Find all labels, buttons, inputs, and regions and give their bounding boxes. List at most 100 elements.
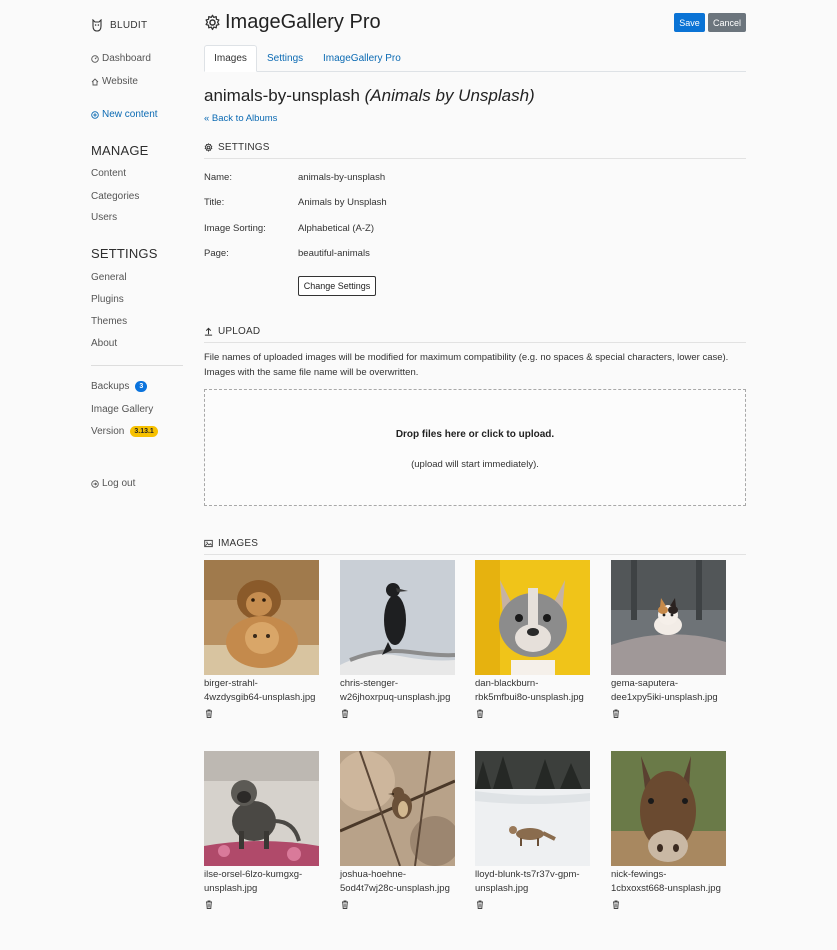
sidebar-item-general-label: General — [91, 272, 127, 283]
image-filename-line1: gema-saputera- — [611, 678, 679, 689]
image-thumb-coyote[interactable] — [475, 751, 590, 866]
tab-imagegallery-pro[interactable]: ImageGallery Pro — [323, 45, 401, 72]
image-filename-line2: rbk5mfbui8o-unsplash.jpg — [475, 692, 584, 703]
logout-icon — [91, 479, 99, 488]
setting-sorting-value: Alphabetical (A-Z) — [298, 223, 375, 234]
image-thumb-cat[interactable] — [611, 560, 726, 675]
image-filename-line1: dan-blackburn- — [475, 678, 539, 689]
image-filename: gema-saputera-dee1xpy5iki-unsplash.jpg — [611, 677, 745, 705]
sidebar-item-general[interactable]: General — [91, 272, 127, 283]
trash-icon[interactable] — [476, 900, 484, 909]
setting-title-value: Animals by Unsplash — [298, 197, 387, 208]
cormorant-photo-icon — [340, 560, 455, 675]
sidebar-item-new-content-label: New content — [102, 109, 158, 120]
change-settings-button[interactable]: Change Settings — [298, 276, 376, 296]
image-icon — [204, 539, 213, 548]
upload-dropzone[interactable]: Drop files here or click to upload. (upl… — [204, 389, 746, 506]
tab-images[interactable]: Images — [204, 45, 257, 72]
image-filename: ilse-orsel-6lzo-kumgxg-unsplash.jpg — [204, 868, 338, 896]
page-title-text: ImageGallery Pro — [225, 11, 381, 33]
image-thumb-monkey[interactable] — [204, 751, 319, 866]
page-title: ImageGallery Pro — [204, 11, 381, 34]
image-thumb-bird[interactable] — [340, 751, 455, 866]
back-to-albums-link[interactable]: « Back to Albums — [204, 113, 277, 124]
settings-section-label: SETTINGS — [218, 142, 270, 153]
cat-photo-icon — [611, 560, 726, 675]
album-display-title: (Animals by Unsplash) — [364, 86, 535, 105]
image-filename-line1: ilse-orsel-6lzo-kumgxg- — [204, 869, 303, 880]
sidebar-item-image-gallery[interactable]: Image Gallery — [91, 404, 153, 415]
image-filename-line1: chris-stenger- — [340, 678, 399, 689]
trash-icon[interactable] — [476, 709, 484, 718]
dropzone-title: Drop files here or click to upload. — [395, 429, 555, 440]
image-thumb-lion[interactable] — [204, 560, 319, 675]
sidebar-item-backups[interactable]: Backups 3 — [91, 381, 148, 392]
setting-name-label: Name: — [204, 172, 232, 183]
image-filename: birger-strahl- 4wzdysgib64-unsplash.jpg — [204, 677, 338, 705]
image-filename: chris-stenger-w26jhoxrpuq-unsplash.jpg — [340, 677, 474, 705]
bludit-logo-icon — [92, 19, 102, 32]
bulldog-photo-icon — [475, 560, 590, 675]
brand[interactable]: BLUDIT — [91, 19, 147, 32]
coyote-photo-icon — [475, 751, 590, 866]
sidebar-item-content[interactable]: Content — [91, 168, 126, 179]
image-filename-line1: birger-strahl- — [204, 678, 258, 689]
sidebar-item-users[interactable]: Users — [91, 212, 117, 223]
tab-settings[interactable]: Settings — [267, 45, 303, 72]
settings-section-heading: SETTINGS — [204, 142, 746, 159]
gear-icon — [204, 143, 213, 152]
setting-page-label: Page: — [204, 248, 229, 259]
sidebar-item-about-label: About — [91, 338, 118, 349]
images-section-label: IMAGES — [218, 538, 259, 549]
backups-count-badge: 3 — [135, 381, 148, 392]
sidebar-item-logout[interactable]: Log out — [91, 478, 135, 489]
sidebar-item-themes-label: Themes — [91, 316, 128, 327]
album-title: animals-by-unsplash (Animals by Unsplash… — [204, 86, 535, 106]
sidebar-item-backups-label: Backups — [91, 381, 130, 392]
image-thumb-cormorant[interactable] — [340, 560, 455, 675]
save-button[interactable]: Save — [674, 13, 705, 32]
images-section-heading: IMAGES — [204, 538, 746, 555]
image-filename-line1: lloyd-blunk-ts7r37v-gpm- — [475, 869, 580, 880]
monkey-photo-icon — [204, 751, 319, 866]
trash-icon[interactable] — [612, 709, 620, 718]
sidebar-item-categories-label: Categories — [91, 191, 140, 202]
sidebar-item-themes[interactable]: Themes — [91, 316, 127, 327]
sidebar-item-content-label: Content — [91, 168, 127, 179]
setting-title-label: Title: — [204, 197, 225, 208]
trash-icon[interactable] — [612, 900, 620, 909]
gear-icon — [205, 14, 220, 31]
upload-info-line-1: File names of uploaded images will be mo… — [204, 352, 729, 363]
sidebar-item-new-content[interactable]: New content — [91, 109, 158, 120]
dropzone-subtitle: (upload will start immediately). — [411, 459, 539, 470]
bird-photo-icon — [340, 751, 455, 866]
home-icon — [91, 77, 99, 85]
brand-label: BLUDIT — [110, 20, 148, 31]
sidebar-item-image-gallery-label: Image Gallery — [91, 404, 154, 415]
image-thumb-bulldog[interactable] — [475, 560, 590, 675]
trash-icon[interactable] — [341, 709, 349, 718]
sidebar-item-plugins-label: Plugins — [91, 294, 124, 305]
image-filename-line2: 1cbxoxst668-unsplash.jpg — [611, 883, 721, 894]
image-filename-line2: 5od4t7wj28c-unsplash.jpg — [340, 883, 450, 894]
image-thumb-donkey[interactable] — [611, 751, 726, 866]
upload-info-line-2: Images with the same file name will be o… — [204, 367, 419, 378]
lion-photo-icon — [204, 560, 319, 675]
sidebar-item-about[interactable]: About — [91, 338, 117, 349]
cancel-button[interactable]: Cancel — [708, 13, 746, 32]
trash-icon[interactable] — [341, 900, 349, 909]
sidebar-item-dashboard[interactable]: Dashboard — [91, 53, 151, 64]
upload-icon — [204, 327, 213, 336]
album-name: animals-by-unsplash — [204, 86, 360, 105]
sidebar-item-categories[interactable]: Categories — [91, 191, 139, 202]
trash-icon[interactable] — [205, 709, 213, 718]
image-filename-line2: w26jhoxrpuq-unsplash.jpg — [340, 692, 451, 703]
sidebar-item-version-label: Version — [91, 426, 125, 437]
settings-heading: SETTINGS — [91, 246, 158, 261]
manage-heading: MANAGE — [91, 143, 149, 158]
image-filename: joshua-hoehne- 5od4t7wj28c-unsplash.jpg — [340, 868, 474, 896]
trash-icon[interactable] — [205, 900, 213, 909]
sidebar-item-website[interactable]: Website — [91, 76, 138, 87]
dashboard-icon — [91, 54, 99, 63]
sidebar-item-plugins[interactable]: Plugins — [91, 294, 124, 305]
